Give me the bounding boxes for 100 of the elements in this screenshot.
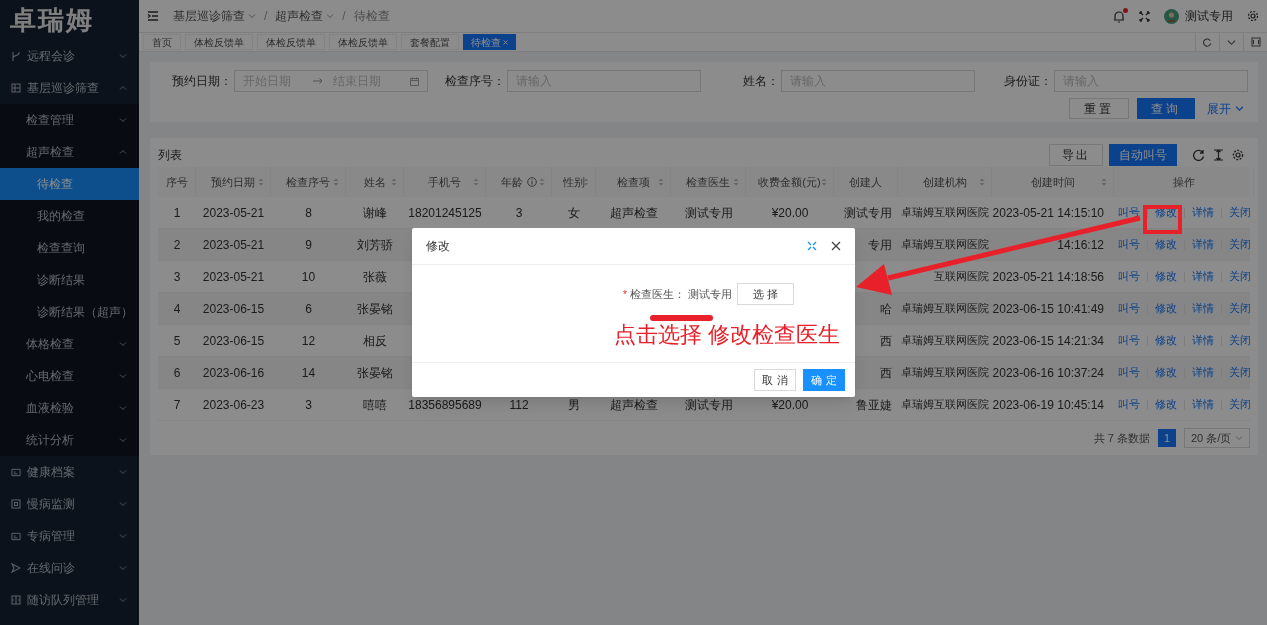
action-link[interactable]: 叫号 <box>1117 365 1140 380</box>
action-link[interactable]: 关闭 <box>1228 397 1251 412</box>
sidebar-item[interactable]: 检查管理 <box>0 104 139 136</box>
sort-icon[interactable] <box>979 177 985 187</box>
action-link[interactable]: 详情 <box>1191 269 1214 284</box>
sort-icon[interactable] <box>733 177 739 187</box>
action-link[interactable]: 关闭 <box>1228 269 1251 284</box>
sidebar-item[interactable]: 健康档案 <box>0 456 139 488</box>
select-button[interactable]: 选 择 <box>736 283 794 305</box>
action-link[interactable]: 叫号 <box>1117 205 1140 220</box>
breadcrumb-item[interactable]: 超声检查 <box>275 8 335 24</box>
action-link[interactable]: 叫号 <box>1117 237 1140 252</box>
sidebar-item[interactable]: 远程会诊 <box>0 40 139 72</box>
sidebar-item[interactable]: 随访队列管理 <box>0 584 139 616</box>
column-header[interactable]: 检查项 <box>596 167 670 197</box>
action-link[interactable]: 叫号 <box>1117 397 1140 412</box>
action-link[interactable]: 详情 <box>1191 397 1214 412</box>
tab[interactable]: 体检反馈单 <box>257 34 325 50</box>
sort-icon[interactable] <box>258 177 264 187</box>
action-link[interactable]: 修改 <box>1154 269 1177 284</box>
sidebar-item[interactable]: 待检查 <box>0 168 139 200</box>
action-link[interactable]: 叫号 <box>1117 269 1140 284</box>
action-link[interactable]: 修改 <box>1154 397 1177 412</box>
avatar[interactable] <box>1164 8 1179 24</box>
maximize-icon[interactable] <box>1250 37 1261 47</box>
sidebar-item[interactable]: 心电检查 <box>0 360 139 392</box>
column-header[interactable]: 年龄 <box>486 167 551 197</box>
close-icon[interactable] <box>831 241 841 251</box>
refresh-icon[interactable] <box>1193 149 1205 161</box>
action-link[interactable]: 关闭 <box>1228 365 1251 380</box>
action-link[interactable]: 详情 <box>1191 237 1214 252</box>
notification-icon[interactable] <box>1113 9 1125 23</box>
column-header[interactable]: 收费金额(元) <box>746 167 833 197</box>
export-button[interactable]: 导出 <box>1049 144 1103 166</box>
sidebar-item[interactable]: 统计分析 <box>0 424 139 456</box>
action-link[interactable]: 关闭 <box>1228 237 1251 252</box>
expand-link[interactable]: 展开 <box>1203 98 1248 119</box>
sidebar-item[interactable]: 诊断结果（超声） <box>0 296 139 328</box>
user-name[interactable]: 测试专用 <box>1185 8 1233 24</box>
sidebar-item[interactable]: 检查查询 <box>0 232 139 264</box>
action-link[interactable]: 详情 <box>1191 365 1214 380</box>
sidebar-item[interactable]: 基层巡诊筛查 <box>0 72 139 104</box>
column-header[interactable]: 姓名 <box>346 167 403 197</box>
column-header[interactable]: 创建机构 <box>898 167 991 197</box>
action-link[interactable]: 关闭 <box>1228 333 1251 348</box>
column-header[interactable]: 手机号 <box>404 167 485 197</box>
sidebar-item[interactable]: 我的检查 <box>0 200 139 232</box>
sidebar-item[interactable]: 在线问诊 <box>0 552 139 584</box>
settings-icon[interactable] <box>1247 10 1259 22</box>
settings-icon[interactable] <box>1232 149 1244 161</box>
page-button[interactable]: 1 <box>1158 429 1176 447</box>
sidebar-item[interactable]: 体格检查 <box>0 328 139 360</box>
column-header[interactable]: 创建人 <box>834 167 897 197</box>
action-link[interactable]: 修改 <box>1154 237 1177 252</box>
menu-icon[interactable] <box>147 10 159 22</box>
action-link[interactable]: 修改 <box>1154 365 1177 380</box>
column-header[interactable]: 性别 <box>552 167 595 197</box>
sort-icon[interactable] <box>473 177 479 187</box>
tab[interactable]: 待检查 <box>463 34 516 50</box>
sidebar-item[interactable]: 诊断结果 <box>0 264 139 296</box>
auto-call-button[interactable]: 自动叫号 <box>1109 144 1177 166</box>
tab[interactable]: 首页 <box>143 34 181 50</box>
action-link[interactable]: 修改 <box>1154 333 1177 348</box>
fullscreen-icon[interactable] <box>807 241 817 251</box>
action-link[interactable]: 修改 <box>1154 301 1177 316</box>
action-link[interactable]: 详情 <box>1191 333 1214 348</box>
sort-icon[interactable] <box>333 177 339 187</box>
sort-icon[interactable] <box>583 177 589 187</box>
cancel-button[interactable]: 取 消 <box>754 369 796 391</box>
page-size-select[interactable]: 20 条/页 <box>1184 428 1250 448</box>
column-header[interactable]: 操作 <box>1114 167 1253 197</box>
refresh-icon[interactable] <box>1203 37 1212 47</box>
action-link[interactable]: 叫号 <box>1117 301 1140 316</box>
chevron-down-icon[interactable] <box>1227 37 1236 47</box>
reset-button[interactable]: 重置 <box>1069 98 1129 119</box>
sidebar-item[interactable]: 超声检查 <box>0 136 139 168</box>
sidebar-item[interactable]: 慢病监测 <box>0 488 139 520</box>
row-height-icon[interactable] <box>1213 149 1224 161</box>
column-header[interactable]: 序号 <box>158 167 195 197</box>
sort-icon[interactable] <box>539 177 545 187</box>
sort-icon[interactable] <box>1101 177 1107 187</box>
sort-icon[interactable] <box>821 177 827 187</box>
column-header[interactable]: 预约日期 <box>196 167 270 197</box>
sidebar-item[interactable]: 专病管理 <box>0 520 139 552</box>
action-link[interactable]: 叫号 <box>1117 333 1140 348</box>
breadcrumb-item[interactable]: 待检查 <box>353 8 390 24</box>
sort-icon[interactable] <box>658 177 664 187</box>
column-header[interactable]: 检查序号 <box>271 167 345 197</box>
confirm-button[interactable]: 确 定 <box>803 369 845 391</box>
column-header[interactable]: 创建时间 <box>992 167 1113 197</box>
action-link[interactable]: 详情 <box>1191 205 1214 220</box>
action-link[interactable]: 关闭 <box>1228 205 1251 220</box>
fullscreen-icon[interactable] <box>1139 10 1150 22</box>
tab[interactable]: 套餐配置 <box>401 34 459 50</box>
column-header[interactable]: 检查医生 <box>671 167 745 197</box>
tab[interactable]: 体检反馈单 <box>185 34 253 50</box>
sidebar-item[interactable]: 血液检验 <box>0 392 139 424</box>
action-link[interactable]: 关闭 <box>1228 301 1251 316</box>
breadcrumb-item[interactable]: 基层巡诊筛查 <box>173 8 256 24</box>
sort-icon[interactable] <box>391 177 397 187</box>
